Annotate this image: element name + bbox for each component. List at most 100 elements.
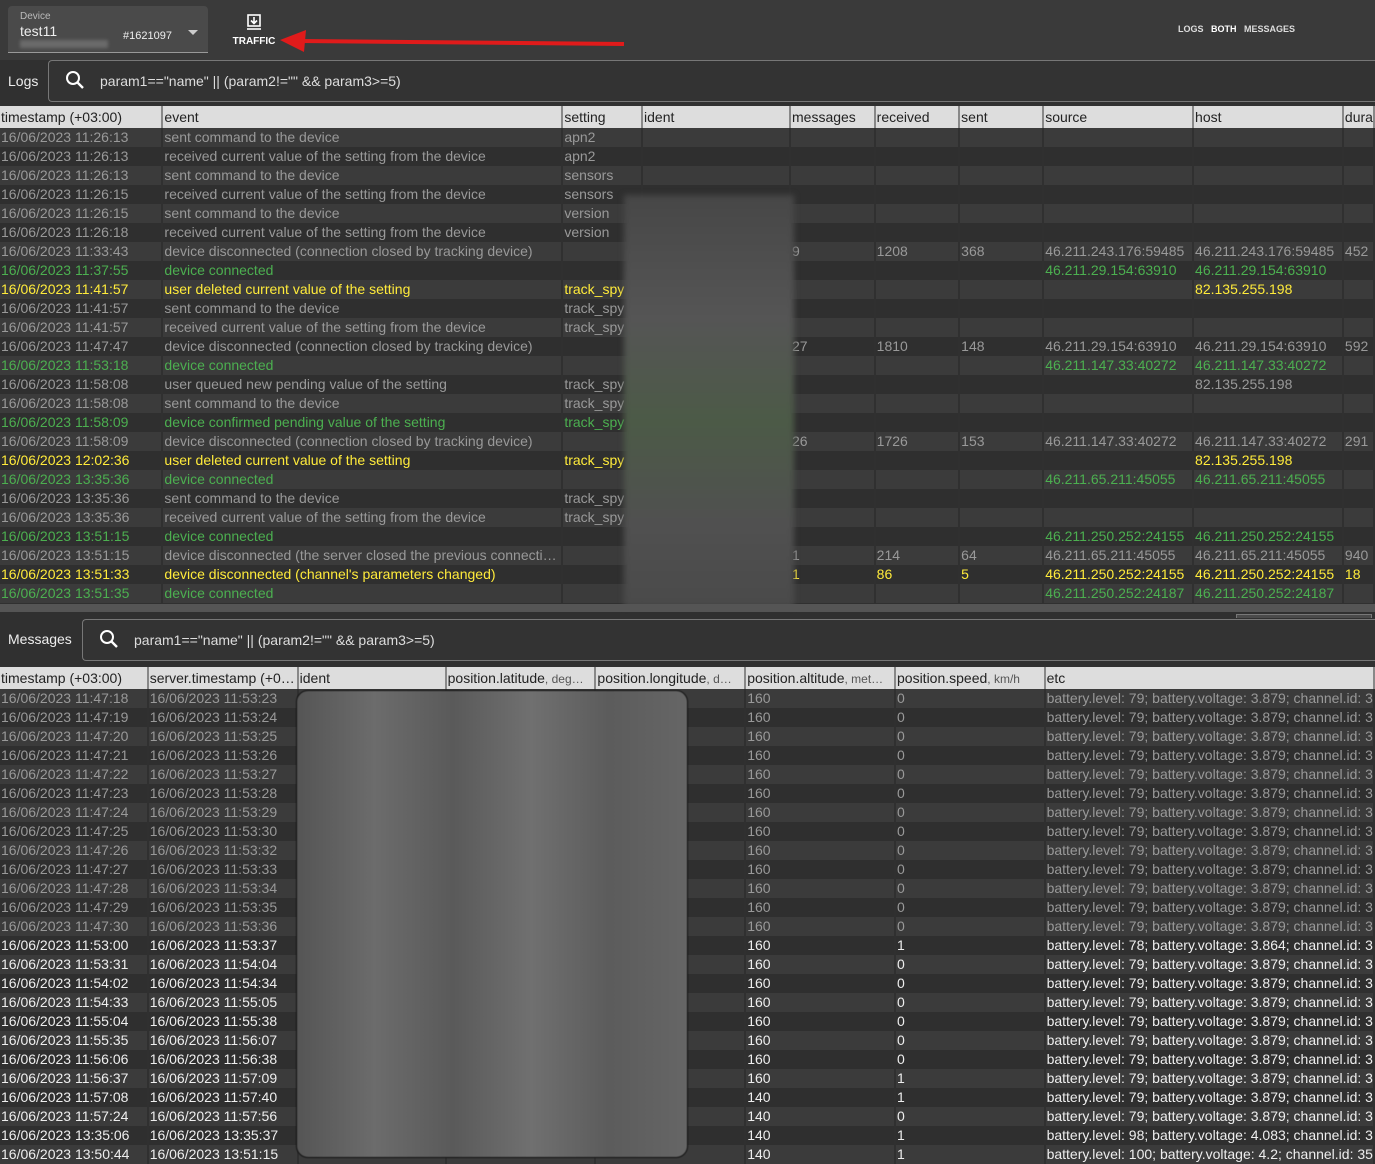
message-cell: 1 (895, 936, 1046, 955)
message-cell: 16/06/2023 11:53:32 (147, 841, 299, 860)
log-cell (874, 375, 961, 394)
log-cell: 16/06/2023 11:47:47 (0, 337, 164, 356)
mode-messages[interactable]: MESSAGES (1244, 24, 1295, 34)
log-cell: 27 (790, 337, 876, 356)
message-cell: 160 (745, 1050, 896, 1069)
logs-column-header[interactable]: dura (1342, 106, 1375, 128)
logs-column-header[interactable]: received (874, 106, 961, 128)
log-cell: 16/06/2023 11:58:08 (0, 394, 164, 413)
message-cell: 0 (895, 708, 1046, 727)
message-cell: 0 (895, 727, 1046, 746)
logs-search-input[interactable]: param1=="name" || (param2!="" && param3>… (48, 60, 1375, 102)
message-cell: battery.level: 79; battery.voltage: 3.87… (1044, 993, 1375, 1012)
message-cell: 160 (745, 727, 896, 746)
log-cell: 16/06/2023 13:35:36 (0, 508, 164, 527)
device-select[interactable]: Device test11 #1621097 (8, 6, 208, 53)
log-cell: device disconnected (channel's parameter… (162, 565, 564, 584)
messages-column-header[interactable]: position.latitude, deg… (445, 667, 597, 689)
logs-search-text[interactable]: param1=="name" || (param2!="" && param3>… (100, 73, 401, 89)
log-cell (959, 356, 1045, 375)
logs-column-header[interactable]: ident (642, 106, 791, 128)
message-cell: 0 (895, 1031, 1046, 1050)
message-cell: 160 (745, 784, 896, 803)
log-row[interactable]: 16/06/2023 11:26:13 received current valu… (0, 147, 1375, 166)
log-cell (959, 451, 1045, 470)
log-row[interactable]: 16/06/2023 11:26:13 sent command to the d… (0, 128, 1375, 147)
log-cell: sent command to the device (162, 394, 564, 413)
log-cell (874, 128, 961, 147)
message-cell: 160 (745, 803, 896, 822)
logs-column-header[interactable]: messages (790, 106, 876, 128)
log-row[interactable]: 16/06/2023 11:26:13 sent command to the d… (0, 166, 1375, 185)
log-cell (790, 413, 876, 432)
message-cell: 16/06/2023 11:56:38 (147, 1050, 299, 1069)
message-cell: 0 (895, 803, 1046, 822)
log-cell (1342, 508, 1375, 527)
log-cell: 5 (959, 565, 1045, 584)
logs-column-header[interactable]: timestamp (+03:00) (0, 106, 164, 128)
log-cell: 16/06/2023 13:51:15 (0, 546, 164, 565)
log-cell: 46.211.65.211:45055 (1193, 546, 1344, 565)
messages-column-header[interactable]: position.longitude, d… (595, 667, 747, 689)
messages-column-header[interactable]: server.timestamp (+0… (147, 667, 299, 689)
message-cell: 16/06/2023 11:53:36 (147, 917, 299, 936)
message-cell: 0 (895, 1050, 1046, 1069)
messages-column-header[interactable]: position.speed, km/h (895, 667, 1046, 689)
message-cell: 16/06/2023 11:47:19 (0, 708, 149, 727)
message-cell: 0 (895, 860, 1046, 879)
logs-column-header[interactable]: sent (959, 106, 1045, 128)
log-cell: apn2 (562, 147, 644, 166)
log-cell: 148 (959, 337, 1045, 356)
message-cell: 16/06/2023 11:47:21 (0, 746, 149, 765)
panel-divider[interactable] (0, 604, 1375, 612)
logs-column-header[interactable]: setting (562, 106, 644, 128)
logs-column-header[interactable]: host (1193, 106, 1344, 128)
log-cell: device disconnected (connection closed b… (162, 337, 564, 356)
message-cell: 140 (745, 1088, 896, 1107)
log-cell: 46.211.250.252:24155 (1193, 565, 1344, 584)
messages-column-header[interactable]: ident (297, 667, 447, 689)
messages-column-header[interactable]: timestamp (+03:00) (0, 667, 149, 689)
log-cell: 46.211.29.154:63910 (1043, 261, 1195, 280)
traffic-button[interactable]: TRAFFIC (226, 10, 282, 52)
log-cell: device disconnected (connection closed b… (162, 242, 564, 261)
log-cell: user deleted current value of the settin… (162, 280, 564, 299)
log-cell (642, 147, 791, 166)
messages-search-text[interactable]: param1=="name" || (param2!="" && param3>… (134, 632, 435, 648)
message-cell: 16/06/2023 11:54:34 (147, 974, 299, 993)
messages-column-header[interactable]: etc (1044, 667, 1375, 689)
redacted-position-area (296, 690, 688, 1158)
log-cell: 46.211.65.211:45055 (1043, 546, 1195, 565)
log-cell (1043, 147, 1195, 166)
messages-search-input[interactable]: param1=="name" || (param2!="" && param3>… (82, 619, 1375, 661)
messages-column-header[interactable]: position.altitude, met… (745, 667, 896, 689)
mode-both[interactable]: BOTH (1211, 24, 1237, 34)
log-cell (1043, 128, 1195, 147)
log-cell (874, 166, 961, 185)
message-cell: battery.level: 79; battery.voltage: 3.87… (1044, 879, 1375, 898)
view-mode-switch: LOGS BOTH MESSAGES (1178, 24, 1300, 34)
red-arrow-annotation (280, 30, 625, 52)
message-cell: 16/06/2023 11:55:04 (0, 1012, 149, 1031)
message-cell: 16/06/2023 11:57:56 (147, 1107, 299, 1126)
log-cell: 16/06/2023 11:58:08 (0, 375, 164, 394)
message-cell: 0 (895, 1107, 1046, 1126)
logs-column-header[interactable]: event (162, 106, 564, 128)
log-cell (874, 527, 961, 546)
chevron-down-icon[interactable] (188, 30, 198, 35)
log-cell (1193, 128, 1344, 147)
logs-column-header[interactable]: source (1043, 106, 1195, 128)
log-cell (959, 318, 1045, 337)
log-cell (1193, 489, 1344, 508)
column-unit: , d… (706, 672, 732, 686)
search-icon (100, 630, 118, 648)
mode-logs[interactable]: LOGS (1178, 24, 1204, 34)
message-cell: 160 (745, 993, 896, 1012)
message-cell: 16/06/2023 11:47:30 (0, 917, 149, 936)
log-cell (959, 527, 1045, 546)
log-cell: device connected (162, 584, 564, 603)
log-cell: device disconnected (the server closed t… (162, 546, 564, 565)
log-cell (1193, 166, 1344, 185)
message-cell: 160 (745, 765, 896, 784)
message-cell: 16/06/2023 11:55:05 (147, 993, 299, 1012)
